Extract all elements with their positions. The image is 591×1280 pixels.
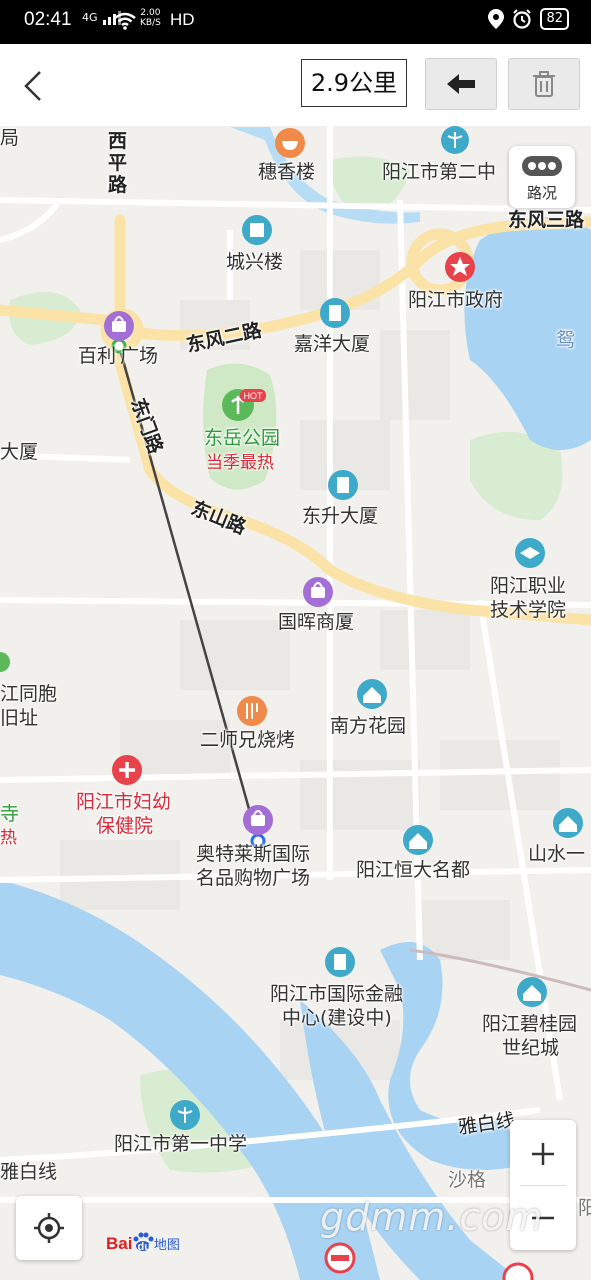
poi-dongsheng[interactable]: 东升大厦 [302, 504, 378, 528]
top-toolbar: 2.9公里 [0, 44, 591, 126]
poi-left-top: 局 [0, 127, 20, 149]
poi-dongyue[interactable]: 东岳公园 [204, 426, 280, 450]
no-entry-icon [502, 1262, 534, 1280]
road-label-yabai-left: 雅白线 [0, 1161, 58, 1183]
poi-nanfang[interactable]: 南方花园 [330, 714, 406, 738]
poi-yjzhengfu[interactable]: 阳江市政府 [408, 288, 503, 312]
trash-icon [533, 71, 555, 97]
residential-icon [357, 679, 387, 709]
map-view[interactable]: HOT 西平路 穗香楼 阳江市第二中 东风三路 城兴楼 阳江市政府 百利 广场 … [0, 126, 591, 1280]
locate-button[interactable] [16, 1196, 82, 1260]
baidu-logo-map: 地图 [153, 1238, 180, 1253]
delete-button[interactable] [508, 58, 580, 110]
poi-fuyou-line1[interactable]: 阳江市妇幼 [76, 790, 171, 814]
gov-star-icon [445, 252, 475, 282]
shopping-bag-icon [243, 805, 273, 835]
wifi-icon [114, 12, 136, 30]
back-button[interactable] [16, 66, 52, 106]
undo-button[interactable] [425, 58, 497, 110]
poi-baili-line1[interactable]: 百利 [78, 344, 116, 368]
food-icon [237, 696, 267, 726]
shopping-bag-icon [104, 311, 134, 341]
school-icon [515, 538, 545, 568]
residential-icon [517, 977, 547, 1007]
poi-biguiyuan-line1[interactable]: 阳江碧桂园 [482, 1012, 577, 1036]
poi-aotelai-line2[interactable]: 名品购物广场 [196, 866, 310, 890]
residential-icon [403, 825, 433, 855]
poi-suixianglou[interactable]: 穗香楼 [258, 160, 315, 184]
baidu-logo: Bai du 地图 [106, 1232, 180, 1254]
road-label-dongfeng-3: 东风三路 [508, 209, 585, 231]
poi-diyizhongxue[interactable]: 阳江市第一中学 [114, 1132, 247, 1156]
network-speed: 2.00 KB/S [140, 8, 161, 28]
poi-biguiyuan-line2[interactable]: 世纪城 [502, 1036, 559, 1060]
poi-guohui[interactable]: 国晖商厦 [278, 610, 354, 634]
poi-ershixiong[interactable]: 二师兄烧烤 [200, 728, 295, 752]
building-icon [320, 298, 350, 328]
poi-yjzhiye-line2[interactable]: 技术学院 [490, 598, 566, 622]
location-icon [488, 9, 505, 29]
residential-icon [553, 808, 583, 838]
chevron-left-icon [24, 71, 41, 101]
hot-badge: HOT [240, 389, 266, 402]
crosshair-icon [34, 1213, 64, 1243]
poi-baili-line2[interactable]: 广场 [120, 344, 158, 368]
poi-hengda[interactable]: 阳江恒大名都 [356, 858, 470, 882]
poi-left-tongbao-line2: 旧址 [0, 707, 39, 729]
speed-unit: KB/S [140, 18, 161, 28]
hd-indicator: HD [170, 10, 195, 29]
poi-chengxinglou[interactable]: 城兴楼 [226, 250, 283, 274]
alarm-icon [513, 9, 532, 29]
poi-shanshui[interactable]: 山水一 [528, 842, 585, 866]
poi-yuan-partial: 鸳 [556, 329, 576, 351]
poi-jinrong-line2[interactable]: 中心(建设中) [282, 1006, 392, 1030]
poi-left-si: 寺 [0, 803, 20, 825]
school-icon [441, 126, 469, 154]
baidu-logo-du: du [137, 1241, 151, 1253]
road-label-xiping: 西平路 [108, 130, 128, 196]
poi-left-tongbao-line1: 江同胞 [0, 683, 58, 705]
watermark: gdmm.com [320, 1195, 544, 1239]
hot-badge-text: HOT [244, 391, 264, 401]
building-icon [242, 215, 272, 245]
speed-value: 2.00 [140, 8, 161, 18]
poi-left-dasha: 大厦 [0, 441, 39, 463]
plus-icon [532, 1143, 554, 1165]
poi-yang-partial: 阳 [578, 1197, 591, 1219]
poi-hot-tag: 当季最热 [206, 453, 274, 473]
arrow-left-icon [447, 74, 475, 94]
poi-fuyou-line2[interactable]: 保健院 [96, 814, 153, 838]
poi-jinrong-line1[interactable]: 阳江市国际金融 [270, 982, 403, 1006]
poi-yjzhiye-line1[interactable]: 阳江职业 [490, 574, 566, 598]
distance-display: 2.9公里 [301, 59, 407, 107]
network-type: 4G [82, 11, 98, 24]
hospital-icon [112, 755, 142, 785]
shopping-bag-icon [303, 577, 333, 607]
food-icon [275, 128, 305, 158]
traffic-button[interactable]: 路况 [509, 146, 575, 208]
traffic-label: 路况 [526, 184, 557, 202]
zoom-in-button[interactable] [510, 1122, 576, 1186]
battery-indicator: 82 [540, 8, 569, 30]
poi-shage[interactable]: 沙格 [448, 1168, 486, 1192]
no-entry-icon [324, 1242, 356, 1274]
school-icon [170, 1100, 200, 1130]
poi-aotelai-line1[interactable]: 奥特莱斯国际 [196, 842, 310, 866]
building-icon [325, 947, 355, 977]
poi-yjdierzhong[interactable]: 阳江市第二中 [382, 160, 496, 184]
traffic-icon [522, 156, 562, 176]
status-right-icons: 82 [488, 8, 569, 30]
status-bar: 02:41 4G 2.00 KB/S HD 82 [0, 0, 591, 44]
status-time: 02:41 [24, 9, 72, 30]
poi-left-re: 热 [0, 828, 17, 848]
building-icon [328, 470, 358, 500]
baidu-logo-bai: Bai [106, 1234, 133, 1253]
poi-jiayang[interactable]: 嘉洋大厦 [294, 332, 370, 356]
